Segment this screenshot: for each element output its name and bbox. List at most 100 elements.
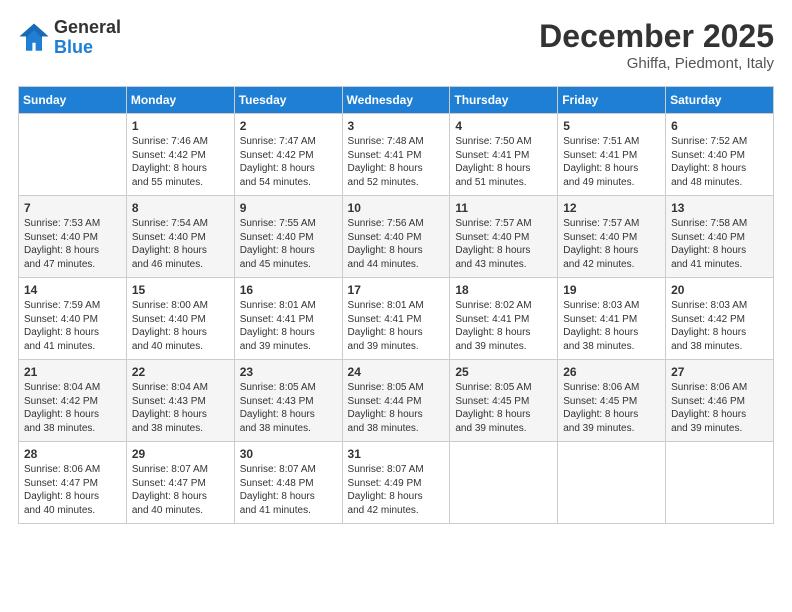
day-number: 31: [348, 447, 445, 461]
day-number: 26: [563, 365, 660, 379]
calendar-cell: 29Sunrise: 8:07 AMSunset: 4:47 PMDayligh…: [126, 442, 234, 524]
day-number: 6: [671, 119, 768, 133]
cell-info: Sunrise: 8:03 AMSunset: 4:42 PMDaylight:…: [671, 299, 768, 353]
day-number: 9: [240, 201, 337, 215]
calendar-cell: 28 Sunrise: 8:06 AMSunset: 4:47 PMDayligh…: [19, 442, 127, 524]
day-number: 12: [563, 201, 660, 215]
location-subtitle: Ghiffa, Piedmont, Italy: [539, 55, 774, 72]
cell-info: Sunrise: 8:05 AMSunset: 4:45 PMDaylight:…: [455, 381, 552, 435]
calendar-cell: 14 Sunrise: 7:59 AMSunset: 4:40 PMDayligh…: [19, 278, 127, 360]
calendar-cell: 30Sunrise: 8:07 AMSunset: 4:48 PMDayligh…: [234, 442, 342, 524]
calendar-cell: 12 Sunrise: 7:57 AMSunset: 4:40 PMDayligh…: [558, 196, 666, 278]
calendar-cell: 7 Sunrise: 7:53 AMSunset: 4:40 PMDaylight…: [19, 196, 127, 278]
calendar-cell: 25 Sunrise: 8:05 AMSunset: 4:45 PMDayligh…: [450, 360, 558, 442]
cell-info: Sunrise: 8:05 AMSunset: 4:44 PMDaylight:…: [348, 381, 445, 435]
day-number: 28: [24, 447, 121, 461]
calendar-cell: 31 Sunrise: 8:07 AMSunset: 4:49 PMDayligh…: [342, 442, 450, 524]
page-container: General Blue December 2025 Ghiffa, Piedm…: [0, 0, 792, 612]
calendar-week-5: 28 Sunrise: 8:06 AMSunset: 4:47 PMDayligh…: [19, 442, 774, 524]
day-number: 14: [24, 283, 121, 297]
cell-info: Sunrise: 7:51 AMSunset: 4:41 PMDaylight:…: [563, 135, 660, 189]
cell-info: Sunrise: 8:07 AMSunset: 4:49 PMDaylight:…: [348, 463, 445, 517]
cell-info: Sunrise: 8:03 AMSunset: 4:41 PMDaylight:…: [563, 299, 660, 353]
cell-info: Sunrise: 8:04 AMSunset: 4:43 PMDaylight:…: [132, 381, 229, 435]
calendar-body: 1Sunrise: 7:46 AMSunset: 4:42 PMDaylight…: [19, 114, 774, 524]
logo-blue-text: Blue: [54, 38, 121, 58]
day-number: 24: [348, 365, 445, 379]
cell-info: Sunrise: 7:59 AMSunset: 4:40 PMDaylight:…: [24, 299, 121, 353]
day-number: 10: [348, 201, 445, 215]
cell-info: Sunrise: 7:48 AMSunset: 4:41 PMDaylight:…: [348, 135, 445, 189]
calendar-cell: 21 Sunrise: 8:04 AMSunset: 4:42 PMDayligh…: [19, 360, 127, 442]
day-number: 21: [24, 365, 121, 379]
calendar-cell: 6 Sunrise: 7:52 AMSunset: 4:40 PMDaylight…: [666, 114, 774, 196]
cell-info: Sunrise: 8:02 AMSunset: 4:41 PMDaylight:…: [455, 299, 552, 353]
cell-info: Sunrise: 7:58 AMSunset: 4:40 PMDaylight:…: [671, 217, 768, 271]
calendar-cell: 16Sunrise: 8:01 AMSunset: 4:41 PMDayligh…: [234, 278, 342, 360]
day-number: 11: [455, 201, 552, 215]
cell-info: Sunrise: 7:46 AMSunset: 4:42 PMDaylight:…: [132, 135, 229, 189]
day-number: 3: [348, 119, 445, 133]
logo-text: General Blue: [54, 18, 121, 58]
calendar-cell: 3 Sunrise: 7:48 AMSunset: 4:41 PMDaylight…: [342, 114, 450, 196]
cell-info: Sunrise: 8:01 AMSunset: 4:41 PMDaylight:…: [348, 299, 445, 353]
calendar-cell: [450, 442, 558, 524]
calendar-cell: 1Sunrise: 7:46 AMSunset: 4:42 PMDaylight…: [126, 114, 234, 196]
day-number: 13: [671, 201, 768, 215]
calendar-cell: 19 Sunrise: 8:03 AMSunset: 4:41 PMDayligh…: [558, 278, 666, 360]
logo: General Blue: [18, 18, 121, 58]
cell-info: Sunrise: 7:54 AMSunset: 4:40 PMDaylight:…: [132, 217, 229, 271]
calendar-cell: 8 Sunrise: 7:54 AMSunset: 4:40 PMDaylight…: [126, 196, 234, 278]
logo-general-text: General: [54, 18, 121, 38]
day-number: 27: [671, 365, 768, 379]
day-number: 15: [132, 283, 229, 297]
cell-info: Sunrise: 8:05 AMSunset: 4:43 PMDaylight:…: [240, 381, 337, 435]
cell-info: Sunrise: 7:57 AMSunset: 4:40 PMDaylight:…: [563, 217, 660, 271]
month-title: December 2025: [539, 18, 774, 55]
calendar-cell: 5 Sunrise: 7:51 AMSunset: 4:41 PMDaylight…: [558, 114, 666, 196]
cell-info: Sunrise: 7:53 AMSunset: 4:40 PMDaylight:…: [24, 217, 121, 271]
day-number: 8: [132, 201, 229, 215]
calendar-cell: 22Sunrise: 8:04 AMSunset: 4:43 PMDayligh…: [126, 360, 234, 442]
calendar-cell: 17 Sunrise: 8:01 AMSunset: 4:41 PMDayligh…: [342, 278, 450, 360]
weekday-header-thursday: Thursday: [450, 87, 558, 114]
day-number: 4: [455, 119, 552, 133]
day-number: 7: [24, 201, 121, 215]
day-number: 25: [455, 365, 552, 379]
weekday-header-sunday: Sunday: [19, 87, 127, 114]
cell-info: Sunrise: 8:01 AMSunset: 4:41 PMDaylight:…: [240, 299, 337, 353]
cell-info: Sunrise: 7:47 AMSunset: 4:42 PMDaylight:…: [240, 135, 337, 189]
day-number: 19: [563, 283, 660, 297]
weekday-header-friday: Friday: [558, 87, 666, 114]
day-number: 20: [671, 283, 768, 297]
calendar-cell: 13 Sunrise: 7:58 AMSunset: 4:40 PMDayligh…: [666, 196, 774, 278]
cell-info: Sunrise: 7:50 AMSunset: 4:41 PMDaylight:…: [455, 135, 552, 189]
calendar-week-4: 21 Sunrise: 8:04 AMSunset: 4:42 PMDayligh…: [19, 360, 774, 442]
calendar-cell: 20 Sunrise: 8:03 AMSunset: 4:42 PMDayligh…: [666, 278, 774, 360]
calendar-cell: 18 Sunrise: 8:02 AMSunset: 4:41 PMDayligh…: [450, 278, 558, 360]
day-number: 29: [132, 447, 229, 461]
cell-info: Sunrise: 8:04 AMSunset: 4:42 PMDaylight:…: [24, 381, 121, 435]
title-block: December 2025 Ghiffa, Piedmont, Italy: [539, 18, 774, 72]
calendar-cell: 24 Sunrise: 8:05 AMSunset: 4:44 PMDayligh…: [342, 360, 450, 442]
weekday-header-monday: Monday: [126, 87, 234, 114]
weekday-header-saturday: Saturday: [666, 87, 774, 114]
weekday-header-wednesday: Wednesday: [342, 87, 450, 114]
day-number: 18: [455, 283, 552, 297]
day-number: 17: [348, 283, 445, 297]
cell-info: Sunrise: 7:52 AMSunset: 4:40 PMDaylight:…: [671, 135, 768, 189]
cell-info: Sunrise: 7:55 AMSunset: 4:40 PMDaylight:…: [240, 217, 337, 271]
cell-info: Sunrise: 8:06 AMSunset: 4:47 PMDaylight:…: [24, 463, 121, 517]
calendar-week-2: 7 Sunrise: 7:53 AMSunset: 4:40 PMDaylight…: [19, 196, 774, 278]
calendar-header: SundayMondayTuesdayWednesdayThursdayFrid…: [19, 87, 774, 114]
page-header: General Blue December 2025 Ghiffa, Piedm…: [18, 18, 774, 72]
calendar-cell: [558, 442, 666, 524]
calendar-cell: 15 Sunrise: 8:00 AMSunset: 4:40 PMDayligh…: [126, 278, 234, 360]
calendar-cell: 2 Sunrise: 7:47 AMSunset: 4:42 PMDaylight…: [234, 114, 342, 196]
calendar-table: SundayMondayTuesdayWednesdayThursdayFrid…: [18, 86, 774, 524]
weekday-header-tuesday: Tuesday: [234, 87, 342, 114]
day-number: 2: [240, 119, 337, 133]
cell-info: Sunrise: 8:00 AMSunset: 4:40 PMDaylight:…: [132, 299, 229, 353]
cell-info: Sunrise: 8:06 AMSunset: 4:46 PMDaylight:…: [671, 381, 768, 435]
day-number: 5: [563, 119, 660, 133]
